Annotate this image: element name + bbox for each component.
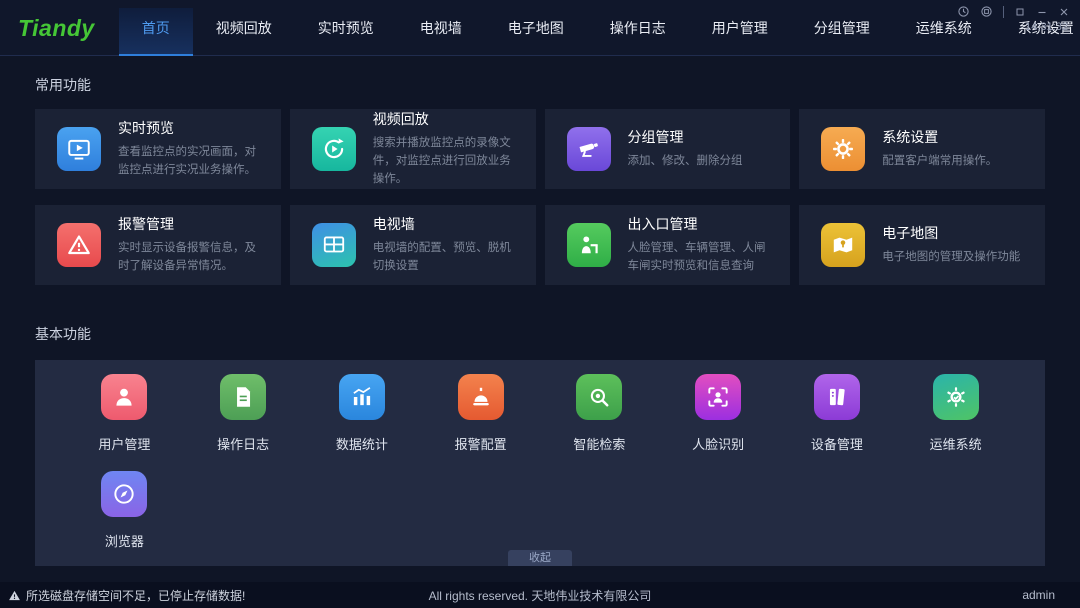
card-alarm-management[interactable]: 报警管理 实时显示设备报警信息，及时了解设备异常情况。 (35, 205, 281, 285)
tiandy-logo: Tiandy (0, 0, 119, 55)
close-icon[interactable] (1058, 6, 1070, 18)
main-content: 常用功能 实时预览 查看监控点的实况画面，对监控点进行实况业务操作。 视频回放 … (0, 75, 1080, 566)
smart-search-icon (576, 374, 622, 420)
ops-gear-icon (933, 374, 979, 420)
card-title: 系统设置 (882, 127, 997, 147)
app-browser[interactable]: 浏览器 (65, 471, 184, 568)
cctv-camera-icon (567, 127, 611, 171)
card-desc: 人脸管理、车辆管理、人闸车闸实时预览和信息查询 (628, 240, 777, 276)
user-icon (101, 374, 147, 420)
app-smart-search[interactable]: 智能检索 (540, 374, 659, 471)
card-video-playback[interactable]: 视频回放 搜索并播放监控点的录像文件，对监控点进行回放业务操作。 (290, 109, 536, 189)
app-label: 浏览器 (105, 531, 144, 550)
clock-time: 14:31:32 (1025, 21, 1068, 33)
app-label: 数据统计 (336, 434, 388, 453)
app-ops-system[interactable]: 运维系统 (896, 374, 1015, 471)
clock-icon[interactable] (957, 5, 970, 18)
basic-apps-grid: 用户管理 操作日志 数据统计 报警配置 (65, 374, 1015, 568)
status-bar: 所选磁盘存储空间不足，已停止存储数据! All rights reserved.… (0, 582, 1080, 608)
titlebar-divider (1003, 6, 1004, 18)
monitor-play-icon (57, 127, 101, 171)
card-title: 电子地图 (882, 223, 1020, 243)
storage-warning: 所选磁盘存储空间不足，已停止存储数据! (8, 587, 245, 604)
face-recognition-icon (695, 374, 741, 420)
storage-warning-text: 所选磁盘存储空间不足，已停止存储数据! (26, 587, 245, 604)
card-system-settings[interactable]: 系统设置 配置客户端常用操作。 (799, 109, 1045, 189)
log-document-icon (220, 374, 266, 420)
app-face-recognition[interactable]: 人脸识别 (659, 374, 778, 471)
card-title: 分组管理 (628, 127, 743, 147)
card-desc: 查看监控点的实况画面，对监控点进行实况业务操作。 (118, 144, 267, 180)
card-tv-wall[interactable]: 电视墙 电视墙的配置、预览、脱机切换设置 (290, 205, 536, 285)
app-operation-log[interactable]: 操作日志 (184, 374, 303, 471)
card-live-preview[interactable]: 实时预览 查看监控点的实况画面，对监控点进行实况业务操作。 (35, 109, 281, 189)
tv-wall-icon (312, 223, 356, 267)
tab-home[interactable]: 首页 (119, 8, 193, 56)
card-entrance-exit-management[interactable]: 出入口管理 人脸管理、车辆管理、人闸车闸实时预览和信息查询 (545, 205, 791, 285)
tab-user-management[interactable]: 用户管理 (689, 8, 791, 56)
card-title: 视频回放 (373, 109, 522, 129)
card-desc: 配置客户端常用操作。 (882, 153, 997, 171)
nav-tabs: 首页 视频回放 实时预览 电视墙 电子地图 操作日志 用户管理 分组管理 运维系… (119, 8, 1080, 56)
device-manage-icon (814, 374, 860, 420)
maximize-icon[interactable] (1014, 6, 1026, 18)
gear-icon (821, 127, 865, 171)
card-desc: 搜索并播放监控点的录像文件，对监控点进行回放业务操作。 (373, 135, 522, 188)
app-data-statistics[interactable]: 数据统计 (303, 374, 422, 471)
card-title: 电视墙 (373, 214, 522, 234)
card-title: 报警管理 (118, 214, 267, 234)
browser-compass-icon (101, 471, 147, 517)
app-label: 人脸识别 (692, 434, 744, 453)
warning-triangle-icon (57, 223, 101, 267)
title-nav-bar: Tiandy 首页 视频回放 实时预览 电视墙 电子地图 操作日志 用户管理 分… (0, 0, 1080, 56)
minimize-icon[interactable] (1036, 6, 1048, 18)
tab-live-preview[interactable]: 实时预览 (295, 8, 397, 56)
map-pin-icon (821, 223, 865, 267)
app-alarm-config[interactable]: 报警配置 (421, 374, 540, 471)
tab-video-playback[interactable]: 视频回放 (193, 8, 295, 56)
card-title: 出入口管理 (628, 214, 777, 234)
app-label: 设备管理 (811, 434, 863, 453)
card-desc: 实时显示设备报警信息，及时了解设备异常情况。 (118, 240, 267, 276)
titlebar-controls: 14:31:32 (957, 5, 1070, 33)
collapse-button[interactable]: 收起 (508, 550, 572, 566)
bar-chart-icon (339, 374, 385, 420)
card-desc: 电子地图的管理及操作功能 (882, 249, 1020, 267)
card-emap[interactable]: 电子地图 电子地图的管理及操作功能 (799, 205, 1045, 285)
copyright-text: All rights reserved. 天地伟业技术有限公司 (429, 587, 652, 604)
warning-icon (8, 589, 21, 602)
gate-person-icon (567, 223, 611, 267)
app-label: 报警配置 (455, 434, 507, 453)
app-user-management[interactable]: 用户管理 (65, 374, 184, 471)
logged-in-user[interactable]: admin (1022, 588, 1055, 602)
basic-functions-panel: 用户管理 操作日志 数据统计 报警配置 (35, 360, 1045, 566)
video-replay-icon (312, 127, 356, 171)
screen-lock-icon[interactable] (980, 5, 993, 18)
app-label: 操作日志 (217, 434, 269, 453)
alarm-bell-icon (458, 374, 504, 420)
app-label: 用户管理 (98, 434, 150, 453)
common-function-cards: 实时预览 查看监控点的实况画面，对监控点进行实况业务操作。 视频回放 搜索并播放… (35, 109, 1045, 285)
app-device-management[interactable]: 设备管理 (778, 374, 897, 471)
app-label: 智能检索 (573, 434, 625, 453)
app-label: 运维系统 (930, 434, 982, 453)
common-functions-title: 常用功能 (35, 75, 1045, 95)
tab-group-management[interactable]: 分组管理 (791, 8, 893, 56)
tab-tv-wall[interactable]: 电视墙 (397, 8, 485, 56)
card-group-management[interactable]: 分组管理 添加、修改、删除分组 (545, 109, 791, 189)
card-title: 实时预览 (118, 118, 267, 138)
card-desc: 添加、修改、删除分组 (628, 153, 743, 171)
tab-emap[interactable]: 电子地图 (485, 8, 587, 56)
card-desc: 电视墙的配置、预览、脱机切换设置 (373, 240, 522, 276)
tab-operation-log[interactable]: 操作日志 (587, 8, 689, 56)
basic-functions-title: 基本功能 (35, 324, 1045, 344)
